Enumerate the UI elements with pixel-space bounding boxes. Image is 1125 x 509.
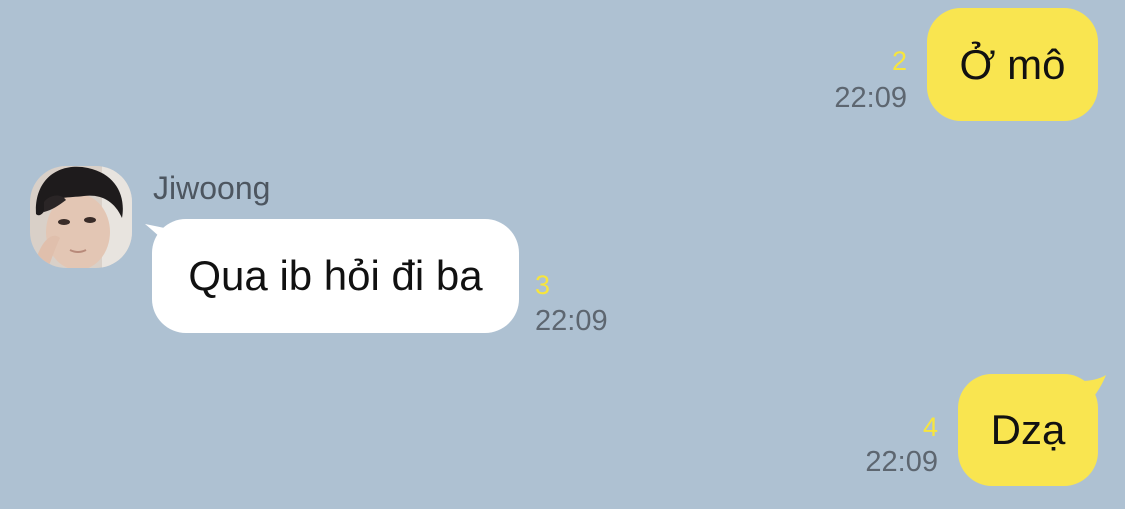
message-time: 22:09 <box>834 82 907 114</box>
avatar-photo-icon <box>30 166 132 268</box>
message-time: 22:09 <box>865 446 938 478</box>
message-time: 22:09 <box>535 305 608 337</box>
message-text: Qua ib hỏi đi ba <box>188 252 483 299</box>
message-bubble[interactable]: Qua ib hỏi đi ba <box>152 219 519 333</box>
unread-count: 4 <box>922 412 938 442</box>
message-text: Ở mô <box>959 40 1066 88</box>
sender-name[interactable]: Jiwoong <box>153 170 270 207</box>
message-text: Dzạ <box>990 406 1066 453</box>
chat-screen: { "messages": [ { "id": "m1", "direction… <box>0 0 1125 509</box>
unread-count: 2 <box>891 46 907 76</box>
message-bubble[interactable]: Dzạ <box>958 374 1098 486</box>
unread-count: 3 <box>535 270 551 300</box>
message-bubble[interactable]: Ở mô <box>927 8 1098 121</box>
avatar[interactable] <box>30 166 132 268</box>
